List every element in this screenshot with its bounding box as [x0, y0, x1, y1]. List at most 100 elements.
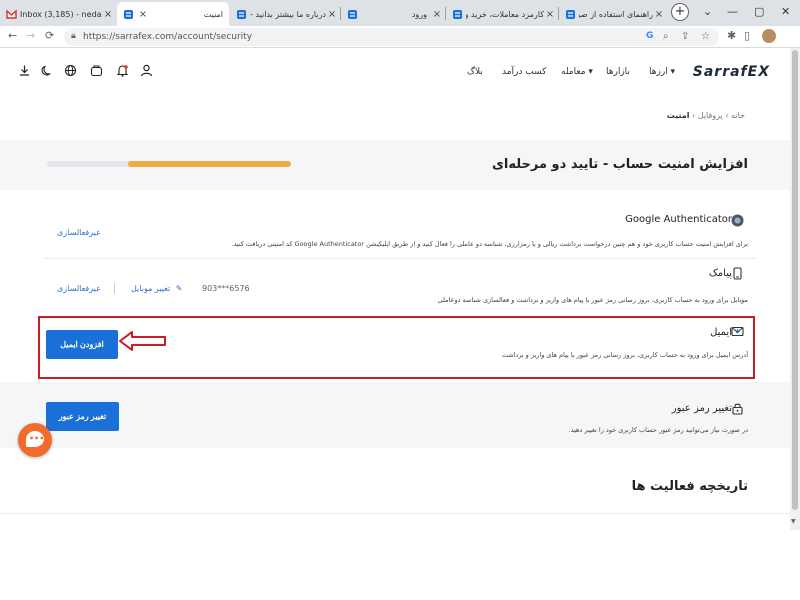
- user-icon[interactable]: [140, 64, 153, 81]
- close-icon[interactable]: ×: [653, 9, 665, 20]
- security-progress-bar: [47, 161, 291, 167]
- pencil-icon: ✎: [175, 284, 183, 293]
- tab-separator: [558, 7, 559, 20]
- url-field[interactable]: 🔒︎ https://sarrafex.com/account/security…: [64, 28, 719, 46]
- google-icon[interactable]: G: [646, 31, 653, 41]
- divider: [44, 258, 756, 259]
- phone-number: 903***6576: [202, 284, 250, 293]
- tab-login[interactable]: ورود ×: [341, 2, 445, 26]
- download-icon[interactable]: [18, 64, 31, 81]
- nav-currencies[interactable]: ارزها ▾: [649, 67, 675, 77]
- extensions-icon[interactable]: ✱: [727, 29, 736, 42]
- google-authenticator-description: برای افزایش امنیت حساب کاربری خود و هم چ…: [231, 240, 748, 248]
- change-mobile-link[interactable]: تغییر موبایل ✎: [131, 284, 183, 293]
- breadcrumb-current: امنیت: [666, 111, 690, 120]
- close-icon[interactable]: ×: [102, 9, 114, 20]
- back-icon[interactable]: ←: [8, 29, 17, 42]
- browser-window: Inbox (3,185) - nedaaaa × × امنیت درباره…: [0, 0, 800, 530]
- tab-about[interactable]: درباره ما بیشتر بدانید - صراف ×: [230, 2, 340, 26]
- bell-icon[interactable]: [116, 64, 129, 81]
- breadcrumb: خانه › پروفایل › امنیت: [667, 111, 745, 120]
- breadcrumb-profile[interactable]: پروفایل: [698, 111, 723, 120]
- nav-blog[interactable]: بلاگ: [467, 67, 483, 77]
- link-separator: [114, 283, 115, 294]
- tab-guide[interactable]: راهنمای استفاده از صرافکس ×: [559, 2, 667, 26]
- tab-gmail[interactable]: Inbox (3,185) - nedaaaa ×: [0, 2, 116, 26]
- maximize-icon[interactable]: ▢: [754, 5, 764, 18]
- close-icon[interactable]: ×: [326, 9, 338, 20]
- email-description: آدرس ایمیل برای ورود به حساب کاربری، برو…: [501, 351, 748, 359]
- tab-separator: [340, 7, 341, 20]
- moon-icon[interactable]: [40, 64, 53, 81]
- sarrafex-icon: [123, 9, 134, 20]
- add-email-button[interactable]: افزودن ایمیل: [46, 330, 118, 359]
- sarrafex-icon: [565, 9, 576, 20]
- zoom-icon[interactable]: ⌕: [663, 31, 669, 42]
- change-password-title: تغییر رمز عبور: [671, 403, 732, 414]
- lock-icon: [732, 403, 743, 415]
- tab-separator: [445, 7, 446, 20]
- tab-fees[interactable]: کارمزد معاملات، خرید و فروش ×: [446, 2, 558, 26]
- forward-icon[interactable]: →: [26, 29, 35, 42]
- close-icon[interactable]: ×: [431, 9, 443, 20]
- google-authenticator-disable-link[interactable]: غیرفعالسازی: [57, 228, 100, 237]
- tab-label: Inbox (3,185) - nedaaaa: [20, 9, 102, 19]
- url-text: https://sarrafex.com/account/security: [83, 32, 253, 42]
- change-password-button[interactable]: تغییر رمز عبور: [46, 402, 119, 431]
- breadcrumb-home[interactable]: خانه: [731, 111, 745, 120]
- sarrafex-icon: [236, 9, 247, 20]
- change-password-description: در صورت نیاز می‌توانید رمز عبور حساب کار…: [568, 426, 748, 434]
- close-icon[interactable]: ×: [137, 9, 149, 20]
- tab-label: راهنمای استفاده از صرافکس: [579, 9, 653, 19]
- email-icon: [731, 326, 744, 337]
- breadcrumb-separator: ›: [725, 111, 729, 120]
- tab-label: ورود: [411, 9, 427, 19]
- support-chat-button[interactable]: •••: [18, 423, 52, 457]
- pointer-arrow-icon: [119, 331, 166, 351]
- sarrafex-icon: [347, 9, 358, 20]
- mobile-icon: [733, 267, 742, 280]
- google-authenticator-icon: [731, 214, 744, 227]
- tab-bar: Inbox (3,185) - nedaaaa × × امنیت درباره…: [0, 0, 800, 26]
- activity-history-title: تاریخچه فعالیت ها: [631, 479, 748, 494]
- gmail-icon: [6, 8, 17, 20]
- lock-icon: 🔒︎: [71, 31, 76, 41]
- breadcrumb-separator: ›: [691, 111, 696, 120]
- tab-search-icon[interactable]: ⌄: [703, 5, 712, 18]
- google-authenticator-title: Google Authenticator: [625, 214, 732, 225]
- nav-trade[interactable]: معامله ▾: [561, 67, 593, 77]
- share-icon[interactable]: ⇪: [681, 31, 689, 42]
- sms-title: پیامک: [708, 268, 732, 279]
- wallet-icon[interactable]: [90, 64, 103, 81]
- minimize-icon[interactable]: —: [727, 5, 738, 18]
- sarrafex-icon: [452, 9, 463, 20]
- avatar[interactable]: [762, 29, 776, 43]
- nav-earn[interactable]: کسب درآمد: [502, 67, 546, 77]
- change-mobile-label: تغییر موبایل: [131, 284, 171, 293]
- address-bar: ← → ⟳ 🔒︎ https://sarrafex.com/account/se…: [0, 26, 800, 48]
- sms-description: موبایل برای ورود به حساب کاربری، بروز رس…: [437, 296, 748, 304]
- site-logo[interactable]: SarrafEX: [693, 64, 770, 80]
- globe-icon[interactable]: [64, 64, 77, 81]
- window-close-icon[interactable]: ✕: [781, 5, 790, 18]
- scroll-thumb[interactable]: [792, 50, 798, 510]
- new-tab-button[interactable]: +: [671, 3, 689, 21]
- scrollbar[interactable]: ▼: [790, 48, 800, 530]
- close-icon[interactable]: ×: [544, 9, 556, 20]
- security-progress-fill: [127, 161, 291, 167]
- email-title: ایمیل: [710, 327, 732, 338]
- scroll-down-icon[interactable]: ▼: [791, 518, 796, 525]
- divider: [0, 513, 790, 514]
- tab-security[interactable]: × امنیت: [117, 2, 229, 26]
- nav-markets[interactable]: بازارها: [606, 67, 630, 77]
- reload-icon[interactable]: ⟳: [45, 29, 54, 42]
- sidebar-icon[interactable]: ▯: [744, 29, 750, 42]
- sms-disable-link[interactable]: غیرفعالسازی: [57, 284, 100, 293]
- tab-label: کارمزد معاملات، خرید و فروش: [466, 9, 544, 19]
- page-title: افزایش امنیت حساب - تایید دو مرحله‌ای: [491, 157, 748, 172]
- password-band: [0, 382, 800, 448]
- tab-label: درباره ما بیشتر بدانید - صراف: [250, 9, 326, 19]
- bookmark-star-icon[interactable]: ☆: [701, 31, 710, 42]
- chat-dots: •••: [29, 434, 45, 443]
- tab-label: امنیت: [203, 9, 223, 19]
